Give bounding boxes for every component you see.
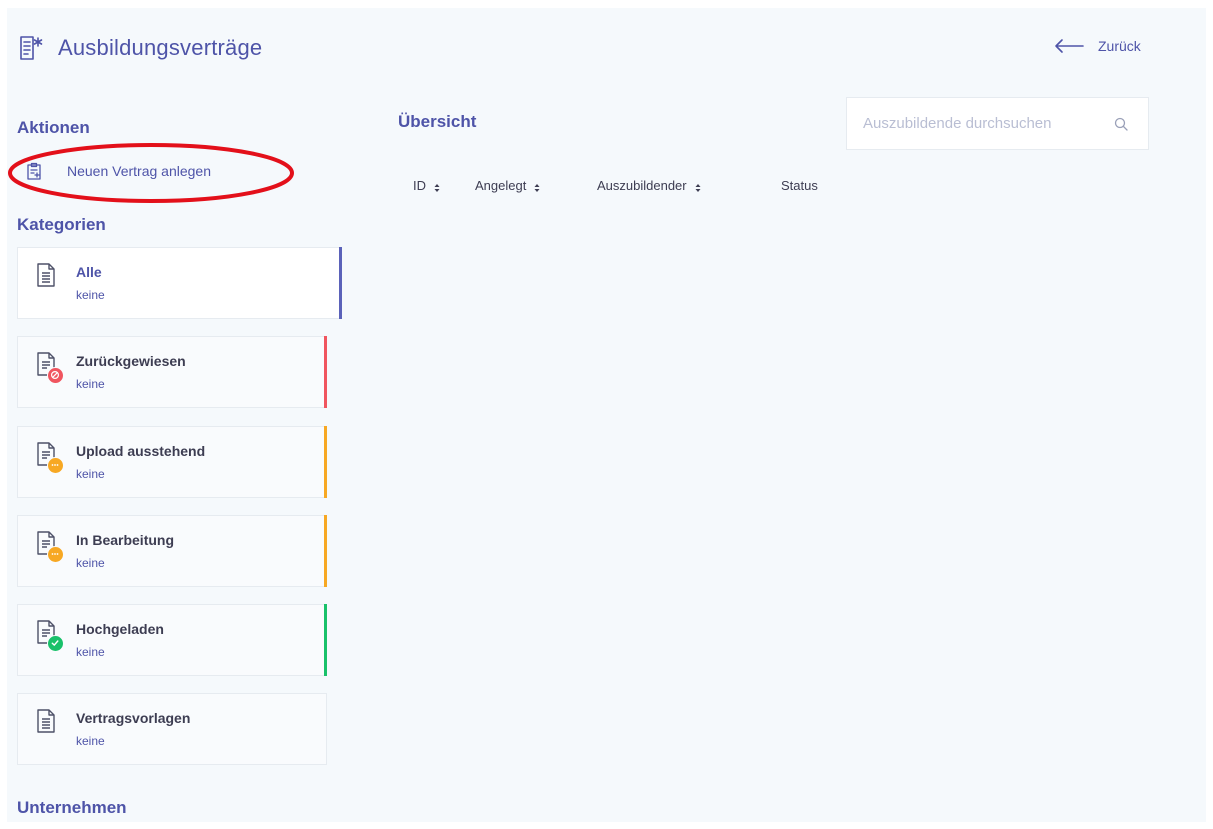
company-heading: Unternehmen <box>17 798 127 817</box>
document-icon <box>37 709 55 733</box>
category-uploaded[interactable]: Hochgeladen keine <box>17 604 327 676</box>
category-all[interactable]: Alle keine <box>17 247 342 319</box>
document-edit-icon <box>18 35 44 61</box>
category-rejected[interactable]: Zurückgewiesen keine <box>17 336 327 408</box>
pending-badge-icon <box>47 546 64 563</box>
status-bar <box>324 336 327 408</box>
column-label: ID <box>413 178 426 193</box>
check-badge-icon <box>47 635 64 652</box>
column-label: Status <box>781 178 818 193</box>
status-bar <box>324 604 327 676</box>
category-count: keine <box>76 288 105 302</box>
page-header: Ausbildungsverträge Zurück <box>7 8 1206 88</box>
sort-icon <box>434 181 440 192</box>
rejected-badge-icon <box>47 367 64 384</box>
category-name: Zurückgewiesen <box>76 353 186 369</box>
new-contract-label: Neuen Vertrag anlegen <box>67 163 211 179</box>
category-name: Hochgeladen <box>76 621 164 637</box>
document-icon <box>37 263 55 287</box>
clipboard-add-icon <box>26 162 42 180</box>
column-header-created[interactable]: Angelegt <box>475 178 540 193</box>
sort-icon <box>695 181 701 192</box>
column-label: Angelegt <box>475 178 527 193</box>
app-window: Ausbildungsverträge Zurück Aktionen Neue… <box>7 8 1206 822</box>
search-box <box>846 97 1149 150</box>
category-icon-group <box>36 442 66 476</box>
search-input[interactable] <box>847 98 1148 149</box>
arrow-left-icon <box>1054 38 1084 54</box>
column-header-status: Status <box>781 178 818 193</box>
category-count: keine <box>76 467 105 481</box>
category-count: keine <box>76 734 105 748</box>
category-icon-group <box>36 352 66 386</box>
category-icon-group <box>36 531 66 565</box>
status-bar <box>324 426 327 498</box>
actions-heading: Aktionen <box>17 118 90 137</box>
category-icon-group <box>36 620 66 654</box>
category-in-progress[interactable]: In Bearbeitung keine <box>17 515 327 587</box>
page-title-group: Ausbildungsverträge <box>18 35 262 61</box>
category-name: In Bearbeitung <box>76 532 175 548</box>
category-name: Vertragsvorlagen <box>76 710 191 726</box>
category-count: keine <box>76 645 105 659</box>
category-icon-group <box>36 709 66 743</box>
status-bar <box>339 247 342 319</box>
new-contract-action[interactable]: Neuen Vertrag anlegen <box>26 162 211 180</box>
category-upload-pending[interactable]: Upload ausstehend keine <box>17 426 327 498</box>
category-count: keine <box>76 556 105 570</box>
sort-icon <box>534 181 540 192</box>
column-label: Auszubildender <box>597 178 687 193</box>
column-header-trainee[interactable]: Auszubildender <box>597 178 701 193</box>
status-bar <box>324 515 327 587</box>
overview-title: Übersicht <box>398 112 477 131</box>
category-icon-group <box>36 263 66 297</box>
pending-badge-icon <box>47 457 64 474</box>
search-icon[interactable] <box>1114 117 1128 131</box>
category-count: keine <box>76 377 105 391</box>
categories-heading: Kategorien <box>17 215 106 234</box>
back-button[interactable]: Zurück <box>1054 38 1141 54</box>
column-header-id[interactable]: ID <box>413 178 440 193</box>
back-button-label: Zurück <box>1098 38 1141 54</box>
category-name: Alle <box>76 264 102 280</box>
category-name: Upload ausstehend <box>76 443 206 459</box>
page-title: Ausbildungsverträge <box>58 35 263 60</box>
category-templates[interactable]: Vertragsvorlagen keine <box>17 693 327 765</box>
